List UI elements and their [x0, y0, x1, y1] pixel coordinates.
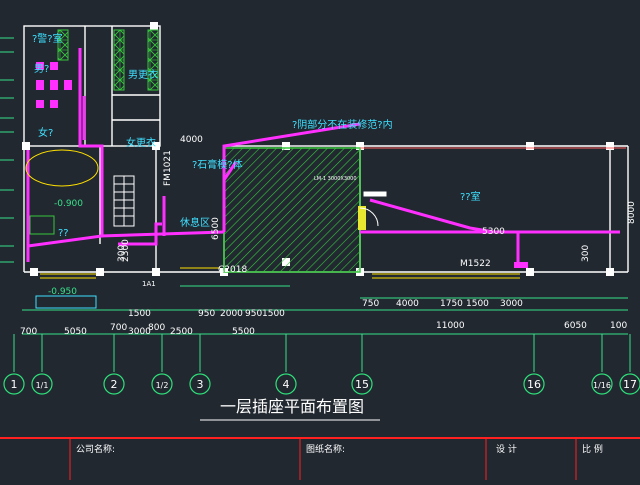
dim-row1-9: 3000 [500, 299, 523, 309]
dim-v-6500: 6500 [211, 217, 221, 240]
dim-row2-extra-0: 300 [117, 245, 127, 262]
dim-row1-0: 1500 [128, 309, 151, 319]
room-label-female-changing: 女更衣 [126, 136, 156, 149]
axis-bubble-label: 1/16 [593, 381, 611, 390]
dim-row2-8: 6050 [564, 321, 587, 331]
room-label-stone-body: ?石膏模?体 [192, 158, 243, 171]
dim-row2-0: 700 [20, 327, 37, 337]
partition-x-1 [113, 29, 125, 91]
axis-bubble-label: 17 [623, 378, 637, 391]
axis-bubble-17: 17 [619, 373, 640, 395]
title-block-company-label: 公司名称: [76, 443, 115, 455]
title-block-design-label: 设 计 [496, 443, 517, 455]
axis-bubble-label: 15 [355, 378, 369, 391]
axis-bubble-label: 4 [283, 378, 290, 391]
dim-row1-4: 1500 [262, 309, 285, 319]
dim-row2-2: 700 [110, 323, 127, 333]
dim-row2-7: 11000 [436, 321, 465, 331]
dim-row2-6: 5500 [232, 327, 255, 337]
room-label-male: 男? [34, 63, 49, 75]
title-block: 公司名称: 图纸名称: 设 计 比 例 [0, 437, 640, 480]
hatched-area [223, 147, 361, 273]
room-label-right: ??室 [460, 190, 481, 203]
drawing-title: 一层插座平面布置图 [220, 397, 364, 416]
level-mark-low: -0.950 [48, 287, 77, 297]
axis-bubble-1-1: 1/1 [31, 373, 53, 395]
dim-row1-1: 950 [198, 309, 215, 319]
axis-bubble-3: 3 [189, 373, 211, 395]
dim-row-1: 1500 950 2000 950 1500 750 4000 1750 150… [128, 299, 523, 319]
title-block-drawing-name-label: 图纸名称: [306, 443, 345, 455]
dim-row1-2: 2000 [220, 309, 243, 319]
axis-bubble-4: 4 [275, 373, 297, 395]
dim-top-5300: 5300 [482, 227, 505, 237]
top-dimensions: 4000 2300 5300 8000 300 6500 [121, 135, 637, 262]
dim-row1-8: 1500 [466, 299, 489, 309]
door-tag-lm: LM-1 3000X3000 [314, 176, 357, 182]
dim-row2-4: 800 [148, 323, 165, 333]
axis-bubble-label: 16 [527, 378, 541, 391]
room-label-female: 女? [38, 126, 53, 139]
axis-bubble-label: 2 [111, 378, 118, 391]
dim-v-8000: 8000 [627, 201, 637, 224]
door-marker-yellow [358, 206, 366, 230]
axis-bubble-label: 3 [197, 378, 204, 391]
dim-row2-extra-1: 1A1 [142, 280, 156, 288]
axis-bubbles: 1 1/1 2 1/2 3 4 15 16 1/16 17 [3, 373, 640, 395]
axis-bubble-15: 15 [351, 373, 373, 395]
dim-top-4000: 4000 [180, 135, 203, 145]
cad-viewport[interactable]: ?警?室 男? 男更衣 女? 女更衣 ?? ?石膏模?体 休息区 ?阴部分不在装… [0, 0, 640, 480]
dim-row2-9: 100 [610, 321, 627, 331]
room-label-rest-area: 休息区 [180, 216, 210, 229]
dim-row1-5: 750 [362, 299, 379, 309]
floor-plan-drawing: ?警?室 男? 男更衣 女? 女更衣 ?? ?石膏模?体 休息区 ?阴部分不在装… [0, 22, 640, 480]
room-label-shower: ?? [58, 228, 69, 239]
axis-bubble-label: 1/2 [156, 381, 169, 390]
door-tag-c2018: C2018 [218, 265, 247, 275]
dim-row1-3: 950 [245, 309, 262, 319]
axis-bubble-label: 1 [11, 378, 18, 391]
axis-bubble-1: 1 [3, 373, 25, 395]
stair [113, 175, 135, 227]
axis-bubble-1-16: 1/16 [591, 373, 613, 395]
axis-leader-lines [13, 334, 631, 372]
axis-bubble-1-2: 1/2 [151, 373, 173, 395]
partition-x-2 [147, 29, 159, 91]
dim-row2-5: 2500 [170, 327, 193, 337]
door-tag-m1522: M1522 [460, 259, 491, 269]
dim-row1-7: 1750 [440, 299, 463, 309]
left-edge-markers [0, 37, 14, 263]
axis-bubble-label: 1/1 [36, 381, 49, 390]
axis-bubble-16: 16 [523, 373, 545, 395]
dim-row1-6: 4000 [396, 299, 419, 309]
level-marks: -0.900 -0.950 [48, 199, 83, 297]
door-tag-fm: FM1021 [163, 150, 173, 186]
axis-bubble-2: 2 [103, 373, 125, 395]
title-block-scale-label: 比 例 [582, 443, 603, 455]
room-label-male-changing: 男更衣 [128, 68, 158, 81]
dim-row2-1: 5050 [64, 327, 87, 337]
room-label-project-note: ?阴部分不在装修范?内 [292, 118, 393, 131]
dim-v-300: 300 [581, 245, 591, 262]
level-mark-mid: -0.900 [54, 199, 83, 209]
room-label-top-left: ?警?室 [32, 32, 63, 45]
